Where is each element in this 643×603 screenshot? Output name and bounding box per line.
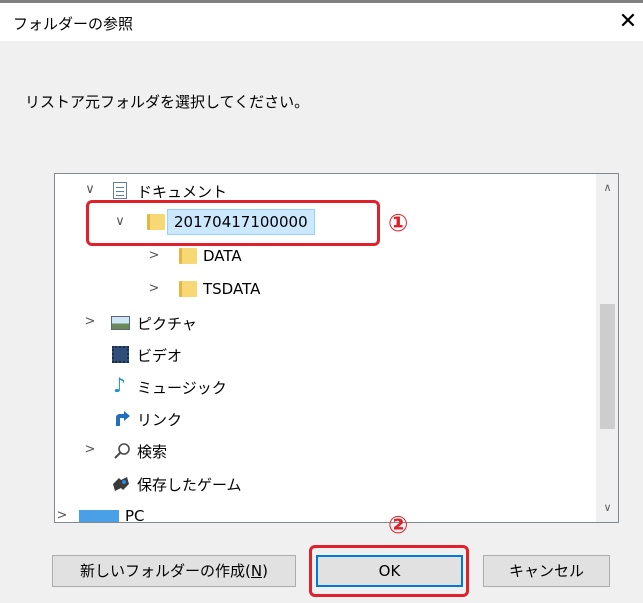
tree-item-label: リンク — [137, 411, 183, 429]
title-bar: フォルダーの参照 ✕ — [0, 3, 643, 41]
folder-icon — [179, 281, 197, 299]
scroll-down-icon[interactable]: ∨ — [597, 498, 618, 518]
links-icon — [113, 410, 131, 428]
new-folder-accel: N — [250, 562, 263, 580]
search-icon — [113, 442, 131, 460]
documents-icon — [113, 182, 131, 200]
chevron-right-icon[interactable]: > — [83, 314, 97, 330]
new-folder-button[interactable]: 新しいフォルダーの作成(N) — [52, 555, 296, 587]
chevron-right-icon[interactable]: > — [147, 248, 161, 264]
videos-icon — [112, 346, 130, 364]
tree-item-links[interactable]: リンク — [55, 404, 596, 434]
chevron-down-icon[interactable]: ∨ — [83, 182, 97, 198]
instruction-text: リストア元フォルダを選択してください。 — [25, 93, 310, 111]
tree-item-music[interactable]: ♪ ミュージック — [55, 372, 596, 402]
tree-scrollbar[interactable]: ∧ ∨ — [596, 174, 618, 522]
tree-item-videos[interactable]: ビデオ — [55, 340, 596, 370]
chevron-right-icon[interactable]: > — [83, 442, 97, 458]
folder-icon — [179, 248, 197, 266]
tree-item-label: ミュージック — [137, 379, 227, 397]
chevron-right-icon[interactable]: > — [55, 508, 69, 522]
chevron-right-icon[interactable]: > — [147, 281, 161, 297]
tree-item-search[interactable]: > 検索 — [55, 436, 596, 466]
tree-item-label: 保存したゲーム — [137, 476, 242, 494]
close-button[interactable]: ✕ — [613, 3, 643, 41]
dialog-title: フォルダーの参照 — [13, 15, 134, 33]
tree-item-data[interactable]: > DATA — [55, 242, 596, 272]
tree-item-label: PC — [125, 507, 145, 523]
new-folder-label: 新しいフォルダーの作成( — [80, 562, 251, 580]
tree-item-label: ピクチャ — [137, 315, 197, 333]
pictures-icon — [111, 316, 130, 334]
tree-item-label: 検索 — [137, 443, 168, 461]
scroll-up-icon[interactable]: ∧ — [597, 178, 618, 198]
tree-item-saved-games[interactable]: 保存したゲーム — [55, 469, 596, 499]
new-folder-close: ) — [262, 562, 268, 580]
tree-item-pc[interactable]: > PC — [55, 502, 596, 523]
highlight-box-folder — [86, 200, 380, 246]
tree-item-label: ビデオ — [137, 347, 183, 365]
tree-item-label: TSDATA — [203, 280, 261, 298]
saved-games-icon — [111, 475, 129, 493]
music-icon: ♪ — [113, 373, 126, 397]
ok-button[interactable]: OK — [316, 555, 463, 587]
callout-2: ② — [388, 511, 409, 539]
cancel-button[interactable]: キャンセル — [483, 555, 610, 587]
callout-1: ① — [388, 209, 409, 237]
pc-icon — [79, 510, 119, 522]
scrollbar-thumb[interactable] — [600, 304, 615, 429]
tree-item-tsdata[interactable]: > TSDATA — [55, 275, 596, 305]
folder-browse-dialog: フォルダーの参照 ✕ リストア元フォルダを選択してください。 ∨ ドキュメント … — [0, 0, 643, 603]
tree-item-label: ドキュメント — [137, 183, 228, 201]
tree-item-pictures[interactable]: > ピクチャ — [55, 308, 596, 338]
tree-item-label: DATA — [203, 247, 242, 265]
